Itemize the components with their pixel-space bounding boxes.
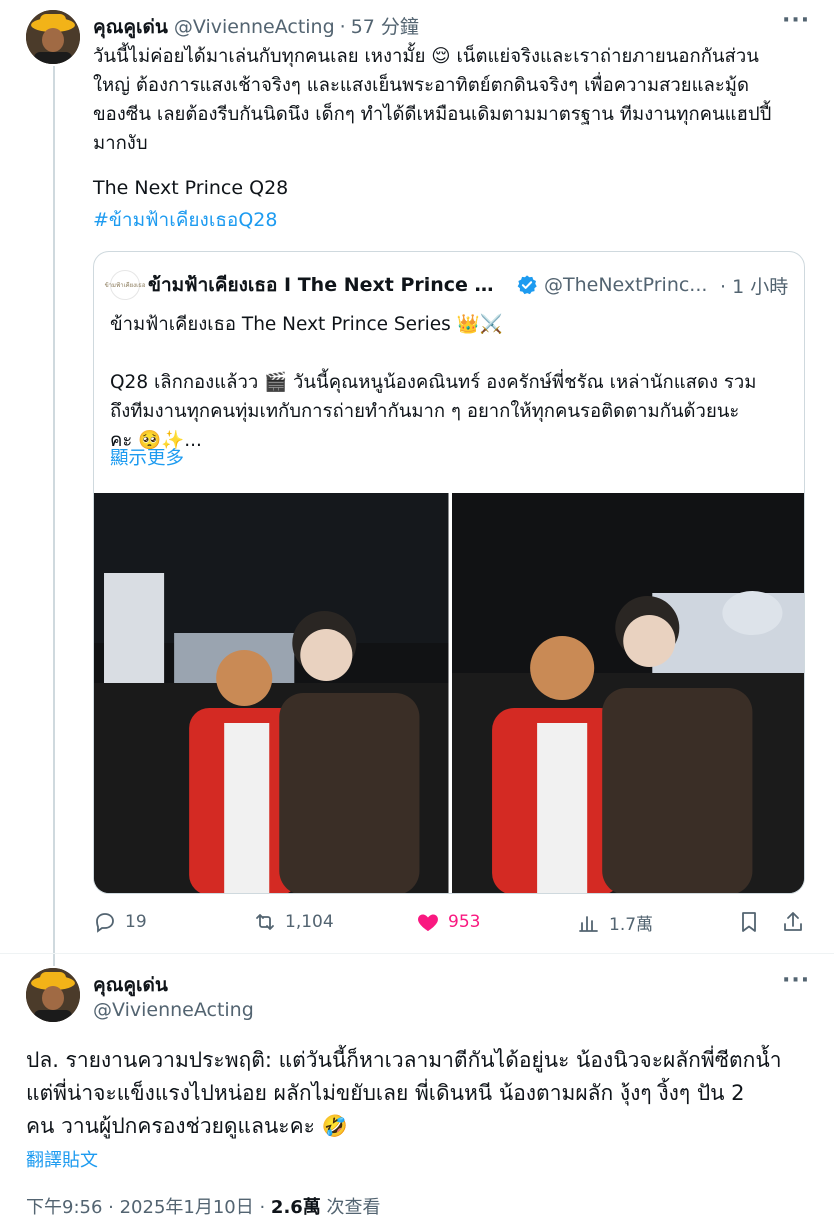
photo-1[interactable] xyxy=(94,493,449,893)
views-count: 1.7萬 xyxy=(609,915,654,935)
quoted-tweet-header: ข้ามฟ้าเคียงเธอ ข้ามฟ้าเคียงเธอ I The Ne… xyxy=(105,270,788,300)
retweet-button[interactable]: 1,104 xyxy=(253,910,334,934)
views-button[interactable]: 1.7萬 xyxy=(577,910,653,935)
translate-post-link[interactable]: 翻譯貼文 xyxy=(26,1146,98,1172)
post-views-label: 次查看 xyxy=(320,1197,381,1218)
quoted-avatar-logo-text: ข้ามฟ้าเคียงเธอ xyxy=(104,282,146,289)
tweet-text: วันนี้ไม่ค่อยได้มาเล่นกับทุกคนเลย เหงามั… xyxy=(93,46,772,154)
share-icon xyxy=(784,912,802,931)
like-button[interactable]: 953 xyxy=(416,910,480,934)
more-dots-icon[interactable]: ··· xyxy=(782,8,810,33)
retweet-count: 1,104 xyxy=(285,912,334,932)
post-datetime[interactable]: 下午9:56 · 2025年1月10日 · xyxy=(26,1197,271,1218)
reply-count: 19 xyxy=(125,912,147,932)
reply-handle[interactable]: @VivienneActing xyxy=(93,999,254,1021)
bookmark-icon xyxy=(742,912,756,932)
reply-icon xyxy=(96,913,114,933)
quoted-avatar[interactable]: ข้ามฟ้าเคียงเธอ xyxy=(105,270,145,300)
hashtag-link[interactable]: #ข้ามฟ้าเคียงเธอQ28 xyxy=(93,205,277,235)
reply-button[interactable]: 19 xyxy=(93,910,147,934)
analytics-bar-icon xyxy=(579,915,598,932)
post-meta: 下午9:56 · 2025年1月10日 · 2.6萬 次查看 xyxy=(26,1193,381,1219)
reply-display-name[interactable]: คุณคูเด่น xyxy=(93,970,168,1000)
quoted-tweet-text: ข้ามฟ้าเคียงเธอ The Next Prince Series 👑… xyxy=(110,314,757,451)
reply-avatar[interactable] xyxy=(26,968,80,1022)
photo-2[interactable] xyxy=(451,493,804,893)
tweet-header: คุณคูเด่น @VivienneActing · 57 分鐘 xyxy=(93,12,419,42)
photo-grid xyxy=(94,493,804,893)
post-views-count: 2.6萬 xyxy=(270,1197,321,1218)
quoted-timestamp[interactable]: · 1 小時 xyxy=(720,272,788,299)
action-bar: 19 1,104 953 1.7萬 xyxy=(93,910,813,938)
tweet-title-line: The Next Prince Q28 xyxy=(93,177,289,199)
quoted-display-name[interactable]: ข้ามฟ้าเคียงเธอ I The Next Prince S... xyxy=(148,270,500,300)
reply-text: ปล. รายงานความประพฤติ: แต่วันนี้ก็หาเวลา… xyxy=(26,1048,782,1138)
reply-more-dots-icon[interactable]: ··· xyxy=(782,968,810,993)
thread-connector-line xyxy=(53,66,55,966)
display-name[interactable]: คุณคูเด่น xyxy=(93,12,168,42)
heart-icon xyxy=(418,914,438,931)
handle[interactable]: @VivienneActing xyxy=(174,16,335,38)
separator-dot: · xyxy=(339,16,346,38)
bookmark-button[interactable] xyxy=(737,910,769,934)
like-count: 953 xyxy=(448,912,481,932)
share-button[interactable] xyxy=(781,910,813,934)
verified-badge-icon xyxy=(517,275,537,295)
avatar[interactable] xyxy=(26,10,80,64)
show-more-link[interactable]: 顯示更多 xyxy=(110,444,184,470)
timestamp[interactable]: 57 分鐘 xyxy=(351,12,419,39)
retweet-icon xyxy=(256,914,274,930)
quoted-handle[interactable]: @TheNextPrinc... xyxy=(544,274,710,296)
divider xyxy=(0,953,834,954)
quoted-tweet-card[interactable]: ข้ามฟ้าเคียงเธอ ข้ามฟ้าเคียงเธอ I The Ne… xyxy=(93,251,805,894)
